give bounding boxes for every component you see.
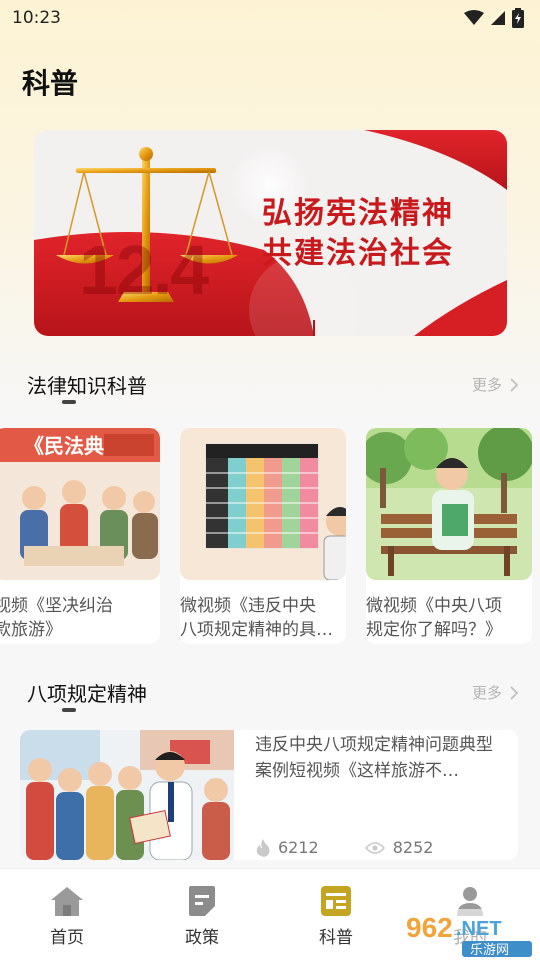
more-button[interactable]: 更多 <box>472 374 518 395</box>
status-bar: 10:23 <box>0 0 540 36</box>
section-header-eight-rules: 八项规定精神 更多 <box>0 672 540 712</box>
section-title: 法律知识科普 <box>27 374 147 398</box>
status-time: 10:23 <box>12 8 61 28</box>
nav-label: 首页 <box>50 928 84 948</box>
more-label: 更多 <box>471 376 502 394</box>
watermark-logo: 962 .NET 乐游网 <box>400 905 540 960</box>
banner-date-graphic: 12.4 <box>79 231 209 309</box>
video-thumbnail: 《民法典 <box>0 428 160 580</box>
banner-slogan-line1: 弘扬宪法精神 <box>262 196 454 231</box>
watermark-brand: 962 <box>406 912 453 943</box>
nav-item-policy[interactable]: 政策 <box>152 885 252 949</box>
banner-slogan: 弘扬宪法精神 共建法治社会 <box>262 194 454 274</box>
document-icon <box>189 886 215 916</box>
section-underline <box>62 400 76 404</box>
thumb-label: 《民法典 <box>24 434 104 458</box>
list-item[interactable]: 违反中央八项规定精神问题典型案例短视频《这样旅游不… 6212 8252 <box>20 730 518 860</box>
home-icon <box>51 887 83 916</box>
eye-icon <box>364 841 385 854</box>
list-item-title: 违反中央八项规定精神问题典型案例短视频《这样旅游不… <box>255 735 493 781</box>
banner-slogan-line2: 共建法治社会 <box>262 236 454 271</box>
views-stat: 8252 <box>364 838 434 857</box>
likes-count: 6212 <box>278 838 319 857</box>
nav-item-science[interactable]: 科普 <box>286 885 386 949</box>
list-item-thumbnail <box>20 730 234 860</box>
more-label: 更多 <box>471 684 502 702</box>
watermark-suffix: .NET <box>456 918 502 940</box>
signal-icon <box>491 11 505 25</box>
video-card[interactable]: 微视频《违反中央 八项规定精神的具… <box>180 428 346 644</box>
video-card-row[interactable]: 《民法典 视频《坚决纠治 款旅游》 微视频《违反中央 八项规定精神的具… 微视频… <box>0 428 540 644</box>
flame-icon <box>256 838 270 857</box>
wifi-icon <box>464 10 484 25</box>
video-card[interactable]: 《民法典 视频《坚决纠治 款旅游》 <box>0 428 160 644</box>
video-thumbnail <box>366 428 532 580</box>
video-title: 视频《坚决纠治 款旅游》 <box>0 596 113 640</box>
nav-item-home[interactable]: 首页 <box>17 885 117 949</box>
status-icons <box>464 8 524 28</box>
chevron-right-icon <box>510 685 518 700</box>
banner[interactable]: 12.4 弘扬宪法精神 共建法治社会 <box>34 130 507 336</box>
section-header-law: 法律知识科普 更多 <box>0 364 540 404</box>
section-underline <box>62 708 76 712</box>
list-item-stats: 6212 8252 <box>256 838 479 857</box>
more-button[interactable]: 更多 <box>472 682 518 703</box>
nav-label: 政策 <box>185 928 219 948</box>
views-count: 8252 <box>392 838 434 857</box>
video-title: 微视频《违反中央 八项规定精神的具… <box>180 596 333 640</box>
section-title: 八项规定精神 <box>27 682 147 706</box>
likes-stat: 6212 <box>256 838 319 857</box>
watermark-site: 乐游网 <box>470 943 509 958</box>
battery-icon <box>512 8 524 28</box>
video-thumbnail <box>180 428 346 580</box>
video-title: 微视频《中央八项 规定你了解吗？》 <box>366 596 502 640</box>
nav-label: 科普 <box>319 928 353 948</box>
page-title: 科普 <box>22 67 79 100</box>
science-icon <box>321 886 351 916</box>
video-card[interactable]: 微视频《中央八项 规定你了解吗？》 <box>366 428 532 644</box>
chevron-right-icon <box>510 377 518 392</box>
